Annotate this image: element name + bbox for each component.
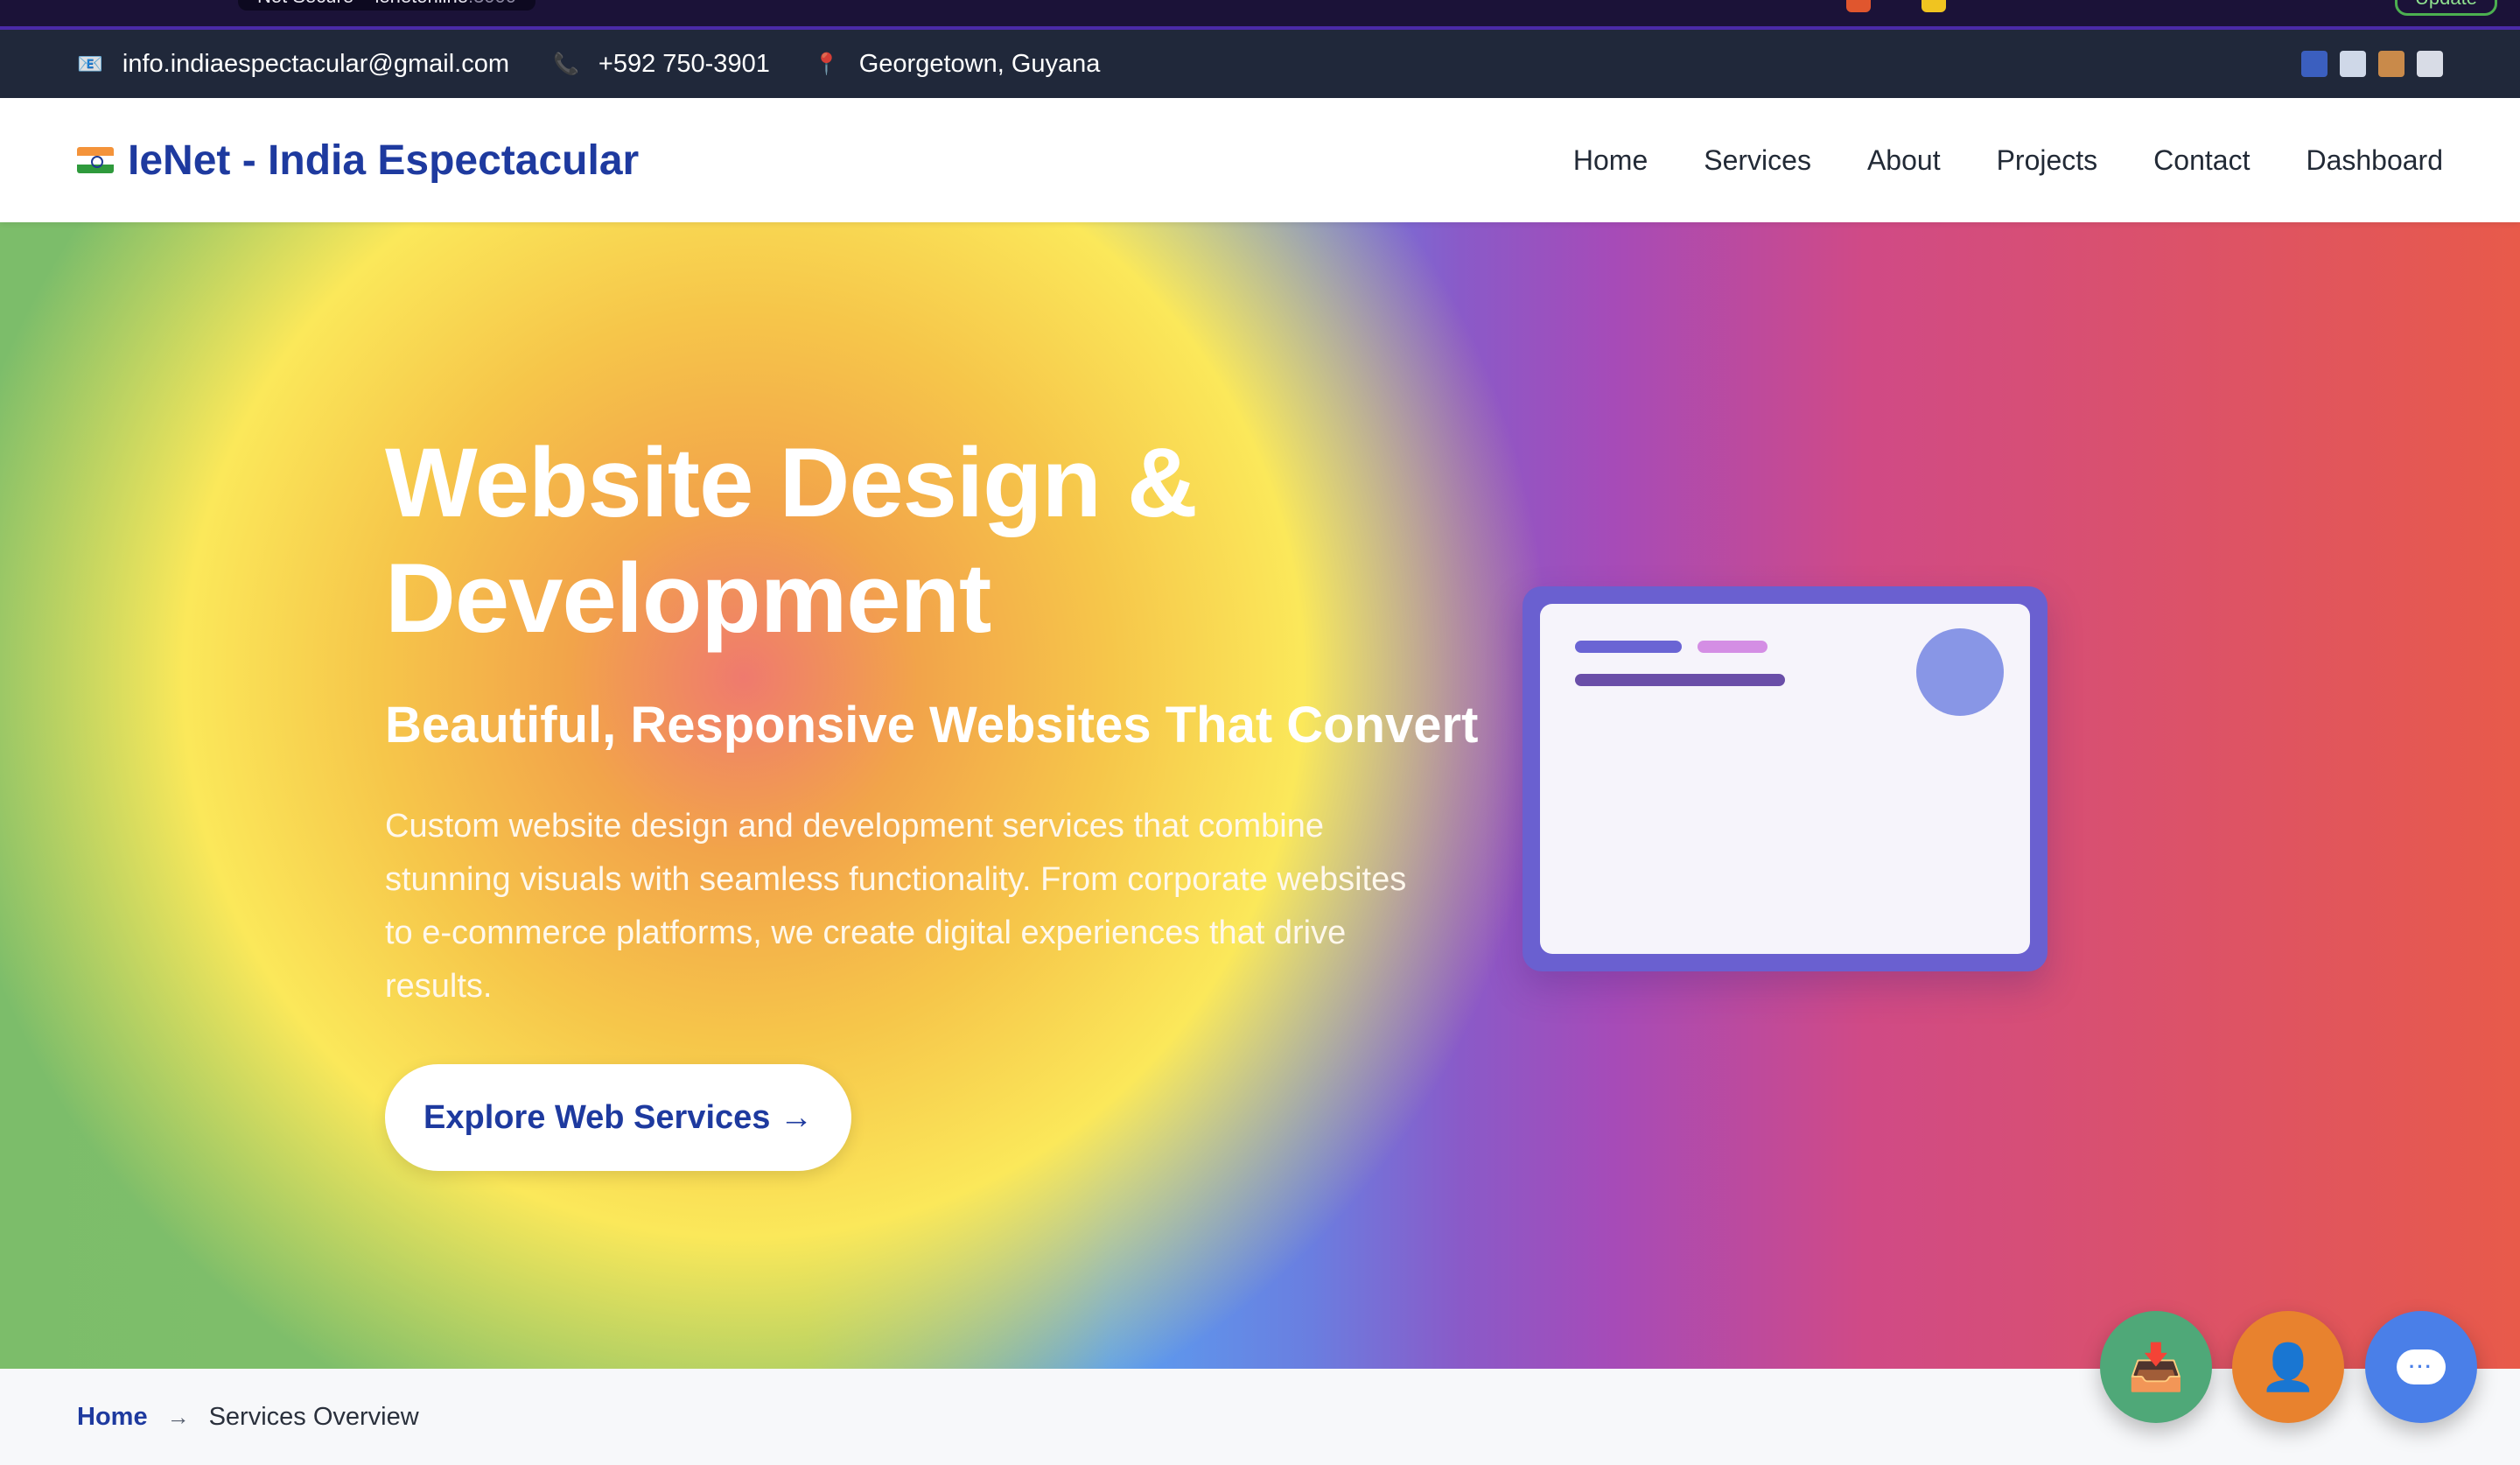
nav-services[interactable]: Services bbox=[1704, 144, 1811, 177]
nav-contact[interactable]: Contact bbox=[2153, 144, 2250, 177]
extension-icon[interactable] bbox=[1922, 0, 1946, 12]
facebook-icon[interactable] bbox=[2301, 51, 2328, 77]
mockup-line bbox=[1698, 641, 1768, 653]
nav-about[interactable]: About bbox=[1867, 144, 1941, 177]
contact-email[interactable]: 📧 info.indiaespectacular@gmail.com bbox=[77, 50, 509, 79]
twitter-icon[interactable] bbox=[2340, 51, 2366, 77]
security-status: Not Secure bbox=[257, 0, 354, 7]
mockup-line bbox=[1575, 674, 1785, 686]
hero-subtitle: Beautiful, Responsive Websites That Conv… bbox=[385, 697, 1479, 754]
hero-description: Custom website design and development se… bbox=[385, 808, 1407, 1005]
mockup-screen bbox=[1540, 604, 2030, 954]
browser-toolbar: Not Secure ienetonline:3000 Update bbox=[0, 0, 2520, 30]
nav-dashboard[interactable]: Dashboard bbox=[2306, 144, 2443, 177]
user-button[interactable]: 👤 bbox=[2232, 1311, 2344, 1423]
email-icon: 📧 bbox=[77, 52, 103, 76]
social-links bbox=[2301, 51, 2443, 77]
chat-button[interactable]: ··· bbox=[2365, 1311, 2477, 1423]
brand-logo[interactable]: IeNet - India Espectacular bbox=[77, 137, 639, 185]
breadcrumb-current: Services Overview bbox=[208, 1402, 419, 1431]
mockup-avatar-circle bbox=[1916, 628, 2004, 716]
hero-title: Website Design & Development bbox=[385, 425, 1348, 656]
explore-web-services-button[interactable]: Explore Web Services → bbox=[385, 1064, 851, 1171]
mockup-line bbox=[1575, 641, 1682, 653]
url-port: :3000 bbox=[468, 0, 516, 7]
inbox-button[interactable]: 📥 bbox=[2100, 1311, 2212, 1423]
main-navbar: IeNet - India Espectacular Home Services… bbox=[0, 98, 2520, 222]
linkedin-icon[interactable] bbox=[2378, 51, 2404, 77]
website-mockup-illustration bbox=[1522, 586, 2048, 971]
chat-dots: ··· bbox=[2409, 1356, 2433, 1377]
nav-home[interactable]: Home bbox=[1573, 144, 1648, 177]
hero-title-line2: Development bbox=[385, 543, 991, 653]
user-icon: 👤 bbox=[2259, 1342, 2317, 1393]
location-pin-icon: 📍 bbox=[813, 52, 840, 76]
update-button[interactable]: Update bbox=[2395, 0, 2497, 16]
email-text: info.indiaespectacular@gmail.com bbox=[122, 49, 509, 78]
brand-name: IeNet - India Espectacular bbox=[128, 137, 640, 184]
chat-icon: ··· bbox=[2397, 1349, 2446, 1384]
hero-section: Website Design & Development Beautiful, … bbox=[0, 222, 2520, 1369]
nav-projects[interactable]: Projects bbox=[1997, 144, 2098, 177]
breadcrumb-arrow-icon: → bbox=[166, 1403, 190, 1430]
india-flag-icon bbox=[77, 147, 114, 173]
top-info-bar: 📧 info.indiaespectacular@gmail.com 📞 +59… bbox=[0, 30, 2520, 98]
url-host: ienetonline bbox=[375, 0, 468, 7]
phone-text: +592 750-3901 bbox=[598, 49, 770, 78]
nav-links: Home Services About Projects Contact Das… bbox=[1573, 144, 2443, 177]
contact-phone[interactable]: 📞 +592 750-3901 bbox=[553, 50, 770, 79]
contact-location: 📍 Georgetown, Guyana bbox=[814, 50, 1101, 79]
breadcrumb-home-link[interactable]: Home bbox=[77, 1403, 148, 1432]
brave-shield-icon[interactable] bbox=[1846, 0, 1871, 12]
inbox-icon: 📥 bbox=[2127, 1342, 2185, 1393]
instagram-icon[interactable] bbox=[2417, 51, 2443, 77]
location-text: Georgetown, Guyana bbox=[858, 49, 1101, 78]
phone-icon: 📞 bbox=[553, 52, 579, 76]
address-bar[interactable]: Not Secure ienetonline:3000 bbox=[238, 0, 536, 11]
hero-title-line1: Website Design & bbox=[385, 428, 1198, 537]
